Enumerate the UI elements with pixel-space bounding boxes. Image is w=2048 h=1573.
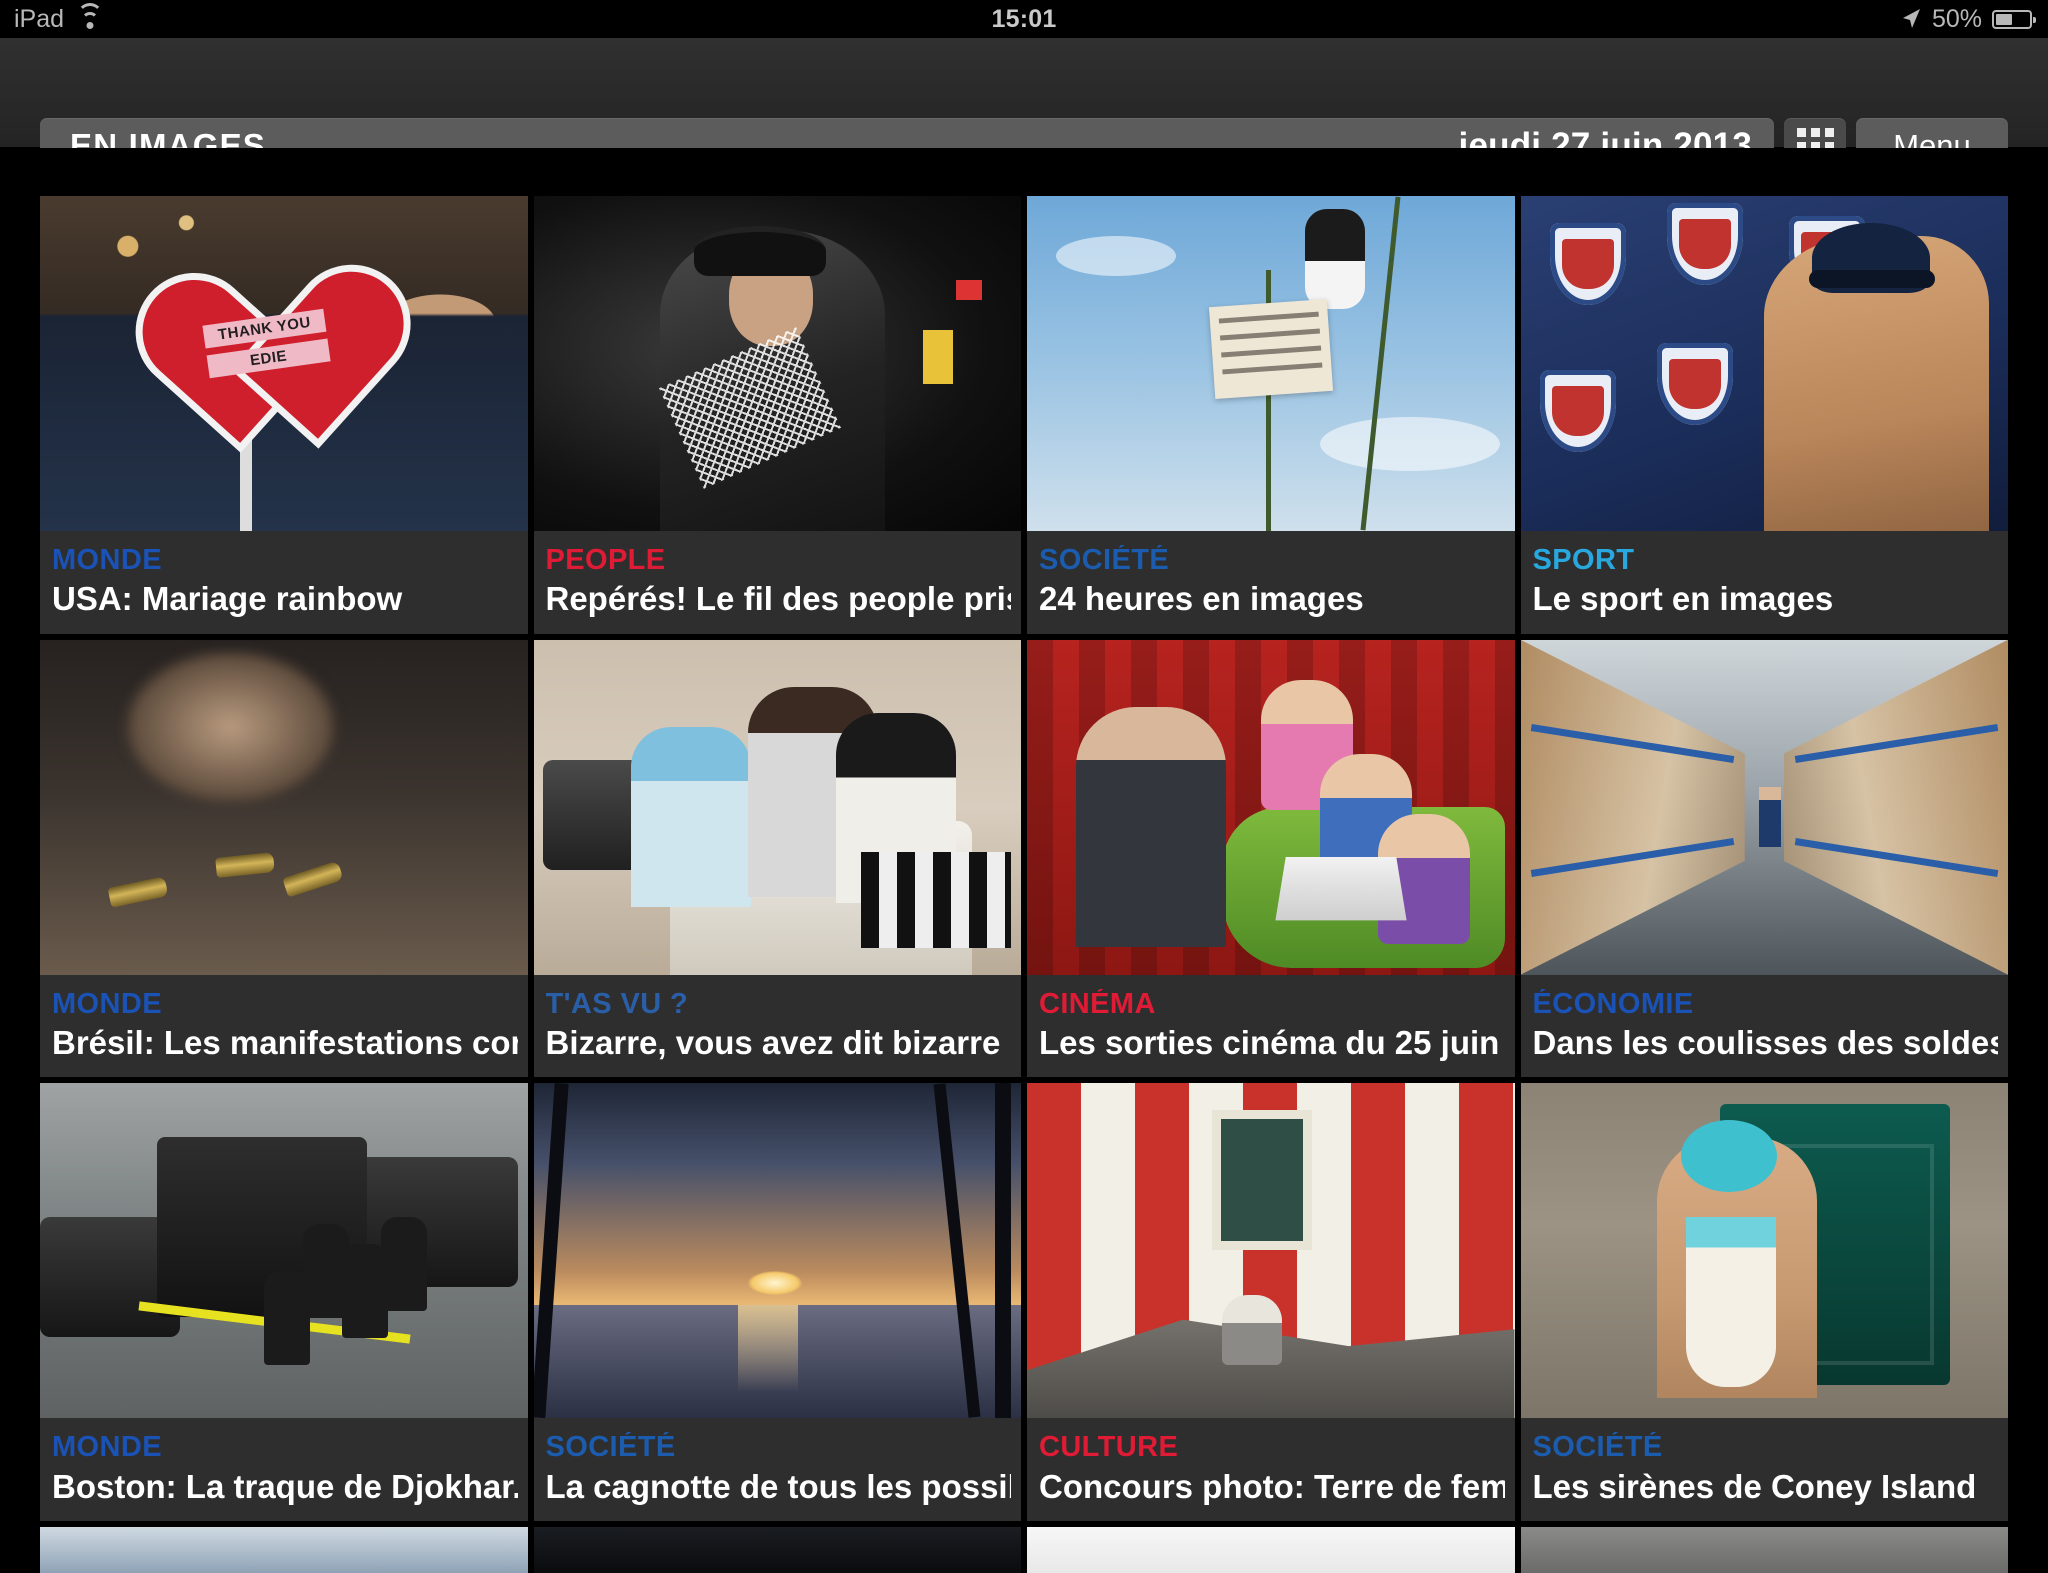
card-category: PEOPLE [545,545,666,576]
grid-card[interactable]: PEOPLE Repérés! Le fil des people pris..… [533,196,1022,634]
card-title: Concours photo: Terre de femm... [1039,1468,1505,1505]
card-title: Brésil: Les manifestations conti... [52,1025,518,1062]
card-title: Dans les coulisses des soldes... [1532,1025,1999,1062]
grid-card[interactable]: MONDE Boston: La traque de Djokhar... [40,1083,528,1522]
grid-card[interactable]: T'AS VU ? Bizarre, vous avez dit bizarre [533,639,1022,1078]
card-category: SPORT [1532,545,1635,576]
grid-row: THANK YOU EDIE MONDE USA: Mariage rainbo… [40,196,2008,634]
card-caption: MONDE Boston: La traque de Djokhar... [40,1418,528,1521]
swimmer-photo[interactable] [1520,196,2008,531]
card-category: ÉCONOMIE [1532,988,1694,1020]
striped-wall-photo[interactable] [1027,1083,1515,1419]
card-caption: T'AS VU ? Bizarre, vous avez dit bizarre [534,975,1022,1078]
image-grid[interactable]: THANK YOU EDIE MONDE USA: Mariage rainbo… [0,148,2048,1573]
coney-island-photo[interactable] [1520,1083,2008,1419]
card-caption: SPORT Le sport en images [1521,531,2009,634]
card-caption: SOCIÉTÉ Les sirènes de Coney Island [1521,1418,2009,1521]
grid-card[interactable] [1520,1527,2008,1573]
status-bar-clock: 15:01 [991,4,1057,33]
card-caption: ÉCONOMIE Dans les coulisses des soldes..… [1521,975,2009,1078]
grid-card[interactable]: SOCIÉTÉ 24 heures en images [1027,196,1515,634]
card-title: 24 heures en images [1039,581,1364,618]
animation-movie-photo[interactable] [1027,639,1515,975]
grid-card[interactable]: SOCIÉTÉ Les sirènes de Coney Island [1520,1083,2009,1522]
sailboat-photo[interactable] [40,1527,528,1573]
card-title: USA: Mariage rainbow [52,581,403,618]
battery-half-icon [1992,9,2036,29]
card-category: MONDE [52,1432,162,1463]
white-photo[interactable] [1027,1527,1515,1573]
card-category: SOCIÉTÉ [1039,545,1170,576]
grid-card[interactable]: SOCIÉTÉ La cagnotte de tous les possible… [533,1083,1022,1522]
grid-card[interactable]: THANK YOU EDIE MONDE USA: Mariage rainbo… [40,196,528,634]
card-title: Repérés! Le fil des people pris... [545,581,1012,618]
card-title: Bizarre, vous avez dit bizarre [545,1025,1001,1062]
grid-row: MONDE Boston: La traque de Djokhar... SO… [40,1083,2009,1522]
grid-card[interactable]: CULTURE Concours photo: Terre de femm... [1027,1083,1515,1522]
grid-row-partial [40,1527,2008,1573]
card-category: MONDE [52,545,162,576]
grid-card[interactable]: MONDE Brésil: Les manifestations conti..… [40,639,528,1078]
grid-card[interactable] [40,1527,528,1573]
road-photo[interactable] [1520,1527,2008,1573]
sunset-beach-photo[interactable] [533,1083,1021,1419]
card-category: SOCIÉTÉ [545,1432,676,1463]
status-bar-right: 50% [1900,0,2036,38]
card-caption: CULTURE Concours photo: Terre de femm... [1027,1418,1515,1521]
card-category: SOCIÉTÉ [1532,1432,1663,1463]
battery-percent-label: 50% [1931,4,1982,33]
card-caption: MONDE Brésil: Les manifestations conti..… [40,975,528,1078]
card-category: T'AS VU ? [545,988,689,1020]
card-category: MONDE [52,988,162,1020]
grid-card[interactable] [533,1527,1021,1573]
card-title: Le sport en images [1532,581,1834,618]
bullet-casings-photo[interactable] [40,639,528,975]
film-crew-bedroom-photo[interactable] [533,639,1021,975]
card-caption: CINÉMA Les sorties cinéma du 25 juin 20.… [1027,975,1515,1078]
card-category: CINÉMA [1039,988,1156,1020]
card-category: CULTURE [1039,1432,1179,1463]
location-arrow-icon [1900,7,1922,31]
card-caption: SOCIÉTÉ La cagnotte de tous les possible… [534,1418,1022,1521]
card-title: Boston: La traque de Djokhar... [52,1468,518,1505]
grid-row: MONDE Brésil: Les manifestations conti..… [40,639,2009,1078]
swat-street-photo[interactable] [40,1083,528,1419]
card-title: La cagnotte de tous les possibles [545,1468,1012,1505]
card-caption: MONDE USA: Mariage rainbow [40,531,528,634]
warehouse-aisle-photo[interactable] [1520,639,2008,975]
grid-card[interactable]: SPORT Le sport en images [1520,196,2009,634]
card-title: Les sorties cinéma du 25 juin 20... [1039,1025,1505,1062]
grid-card[interactable]: ÉCONOMIE Dans les coulisses des soldes..… [1520,639,2009,1078]
card-caption: SOCIÉTÉ 24 heures en images [1027,531,1515,634]
sky-banner-climber-photo[interactable] [1027,196,1515,531]
dark-photo[interactable] [533,1527,1021,1573]
ios-status-bar: iPad 15:01 50% [0,0,2048,38]
card-title: Les sirènes de Coney Island [1532,1468,1977,1505]
app-header: EN IMAGES jeudi 27 juin 2013 Menu [0,38,2048,174]
grid-card[interactable]: CINÉMA Les sorties cinéma du 25 juin 20.… [1027,639,1515,1078]
celebrity-night-photo[interactable] [533,196,1021,531]
grid-card[interactable] [1027,1527,1515,1573]
rainbow-heart-sign-photo[interactable]: THANK YOU EDIE [40,196,528,531]
card-caption: PEOPLE Repérés! Le fil des people pris..… [534,531,1022,634]
